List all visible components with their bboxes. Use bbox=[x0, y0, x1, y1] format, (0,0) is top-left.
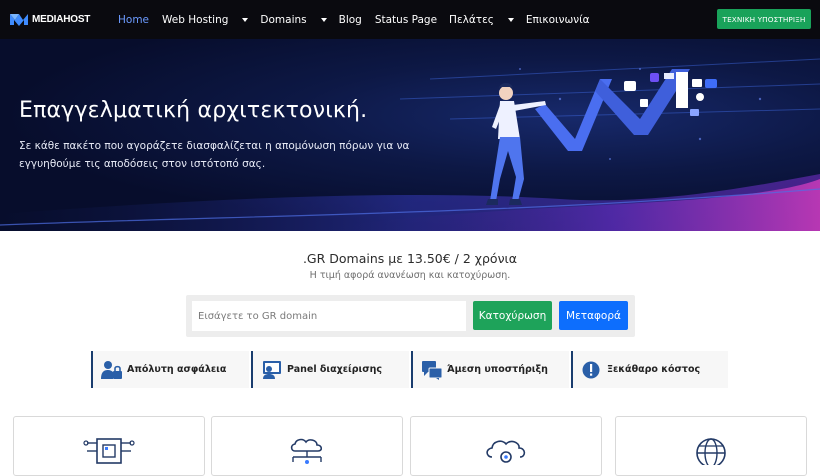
feature-label: Panel διαχείρισης bbox=[287, 364, 383, 375]
top-navbar: MEDIAHOST Home Web Hosting Domains Blog … bbox=[0, 0, 820, 39]
hero-banner: Επαγγελματική αρχιτεκτονική. Σε κάθε πακ… bbox=[0, 39, 820, 231]
exclamation-icon bbox=[582, 361, 600, 378]
domain-offer-subtitle: Η τιμή αφορά ανανέωση και κατοχύρωση. bbox=[309, 270, 511, 281]
nav-item-contact[interactable]: Επικοινωνία bbox=[526, 14, 590, 26]
main-nav: Home Web Hosting Domains Blog Status Pag… bbox=[118, 0, 590, 39]
domain-offer-title: .GR Domains με 13.50€ / 2 χρόνια bbox=[302, 251, 518, 266]
nav-item-label: Επικοινωνία bbox=[525, 13, 590, 26]
nav-item-label: Home bbox=[118, 13, 150, 26]
feature-label: Απόλυτη ασφάλεια bbox=[127, 364, 227, 375]
register-domain-button[interactable]: Κατοχύρωση bbox=[473, 301, 552, 330]
nav-item-label: Domains bbox=[260, 13, 307, 26]
nav-item-label: Blog bbox=[338, 13, 362, 26]
domain-search-input[interactable] bbox=[192, 301, 466, 331]
feature-panel: Panel διαχείρισης bbox=[251, 351, 409, 388]
panel-icon bbox=[263, 360, 281, 379]
nav-item-label: Status Page bbox=[374, 13, 438, 26]
hero-subtitle: Σε κάθε πακέτο που αγοράζετε διασφαλίζετ… bbox=[19, 140, 410, 170]
chevron-down-icon bbox=[507, 17, 514, 22]
nav-item-web-hosting[interactable]: Web Hosting bbox=[162, 13, 249, 26]
chevron-down-icon bbox=[242, 17, 249, 22]
nav-item-home[interactable]: Home bbox=[118, 14, 149, 26]
brand-name: MEDIAHOST bbox=[32, 13, 91, 25]
service-card[interactable] bbox=[410, 416, 602, 476]
logo-mark-icon bbox=[10, 14, 28, 26]
service-card[interactable] bbox=[13, 416, 205, 476]
nav-item-label: Πελάτες bbox=[449, 13, 494, 26]
hero-title: Επαγγελματική αρχιτεκτονική. bbox=[19, 98, 368, 123]
user-lock-icon bbox=[101, 360, 122, 379]
service-card[interactable] bbox=[615, 416, 807, 476]
feature-clear-cost: Ξεκάθαρο κόστος bbox=[571, 351, 728, 388]
nav-item-clients[interactable]: Πελάτες bbox=[449, 14, 514, 26]
feature-label: Ξεκάθαρο κόστος bbox=[607, 364, 701, 375]
nav-item-status-page[interactable]: Status Page bbox=[375, 14, 437, 26]
feature-support: Άμεση υποστήριξη bbox=[411, 351, 569, 388]
brand-logo[interactable]: MEDIAHOST bbox=[9, 11, 90, 27]
technical-support-button[interactable]: ΤΕΧΝΙΚΗ ΥΠΟΣΤΗΡΙΞΗ bbox=[717, 9, 811, 29]
nav-item-domains[interactable]: Domains bbox=[260, 13, 327, 26]
nav-item-blog[interactable]: Blog bbox=[339, 14, 362, 26]
support-icon bbox=[422, 360, 443, 380]
service-card[interactable] bbox=[211, 416, 403, 476]
domain-search-box: Κατοχύρωση Μεταφορά bbox=[186, 295, 635, 337]
chevron-down-icon bbox=[320, 17, 327, 22]
hero-illustration bbox=[0, 58, 820, 231]
nav-item-label: Web Hosting bbox=[162, 13, 229, 26]
transfer-domain-button[interactable]: Μεταφορά bbox=[559, 301, 628, 330]
feature-label: Άμεση υποστήριξη bbox=[447, 364, 548, 375]
feature-security: Απόλυτη ασφάλεια bbox=[91, 351, 249, 388]
